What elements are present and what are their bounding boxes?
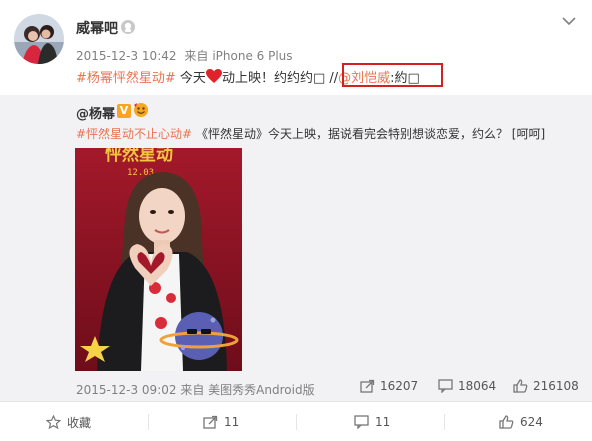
member-badge-icon[interactable]: [120, 19, 136, 35]
thumbs-up-icon: [513, 379, 528, 393]
verified-icon[interactable]: V: [117, 104, 131, 118]
highlight-box: [342, 63, 443, 87]
repost-like-count[interactable]: 216108: [513, 379, 579, 393]
post-meta: 2015-12-3 10:42 来自 iPhone 6 Plus: [76, 47, 297, 64]
repost-source-prefix: 来自: [180, 383, 205, 397]
collect-label: 收藏: [67, 415, 92, 430]
repost-comments-value: 18064: [458, 379, 497, 393]
repost-likes-value: 216108: [533, 379, 579, 393]
username[interactable]: 威幂吧: [76, 18, 118, 38]
repost-meta: 2015-12-3 09:02 来自 美图秀秀Android版: [76, 381, 315, 398]
repost-text: #怦然星动不止心动# 《怦然星动》今天上映，据说看完会特别想谈恋爱，约么？ [呵…: [76, 125, 545, 142]
source-prefix: 来自: [184, 49, 209, 63]
post-text-part1: 今天: [175, 71, 206, 86]
repost-time[interactable]: 2015-12-3 09:02: [76, 383, 177, 397]
repost-body: 《怦然星动》今天上映，据说看完会特别想谈恋爱，约么？ [呵呵]: [192, 127, 546, 141]
comment-button[interactable]: 11: [354, 402, 390, 441]
action-bar: 收藏 11 11 624: [0, 401, 592, 441]
avatar[interactable]: [14, 14, 64, 64]
like-button[interactable]: 624: [499, 402, 543, 441]
comment-icon: [354, 415, 369, 429]
repost-button[interactable]: 11: [203, 402, 239, 441]
weibo-card: 威幂吧 2015-12-3 10:42 来自 iPhone 6 Plus #杨幂怦…: [0, 0, 592, 441]
repost-comment-count[interactable]: 18064: [438, 379, 496, 393]
repost-topic-link[interactable]: #怦然星动不止心动#: [76, 127, 192, 141]
repost-username[interactable]: @杨幂: [76, 103, 115, 122]
repost-container: @杨幂 V #怦然星动不止心动# 《怦然星动》今天上映，据说看完会特别想谈恋爱，…: [0, 95, 592, 401]
divider: [148, 414, 149, 430]
share-icon: [203, 415, 218, 429]
divider: [444, 414, 445, 430]
post-text-part2: 动上映！约约约□ //: [221, 71, 339, 86]
divider: [296, 414, 297, 430]
photo-caption: 怦然星动: [105, 148, 173, 165]
repost-source[interactable]: 美图秀秀Android版: [208, 383, 314, 397]
star-icon: [46, 415, 61, 429]
repost-reposts-value: 16207: [380, 379, 419, 393]
comment-icon: [438, 379, 453, 393]
like-count: 624: [520, 415, 543, 429]
topic-link[interactable]: #杨幂怦然星动#: [76, 71, 176, 86]
share-icon: [360, 379, 375, 393]
post-source[interactable]: iPhone 6 Plus: [212, 49, 292, 63]
collect-button[interactable]: 收藏: [46, 402, 91, 441]
post-time[interactable]: 2015-12-3 10:42: [76, 49, 177, 63]
repost-count: 11: [224, 415, 240, 429]
repost-repost-count[interactable]: 16207: [360, 379, 418, 393]
chevron-down-icon[interactable]: [562, 16, 576, 26]
thumbs-up-icon: [499, 415, 514, 429]
heart-icon: [205, 69, 222, 83]
emoji-badge-icon: [134, 103, 148, 117]
post-photo[interactable]: 怦然星动 12.03: [75, 148, 242, 371]
comment-count: 11: [375, 415, 391, 429]
